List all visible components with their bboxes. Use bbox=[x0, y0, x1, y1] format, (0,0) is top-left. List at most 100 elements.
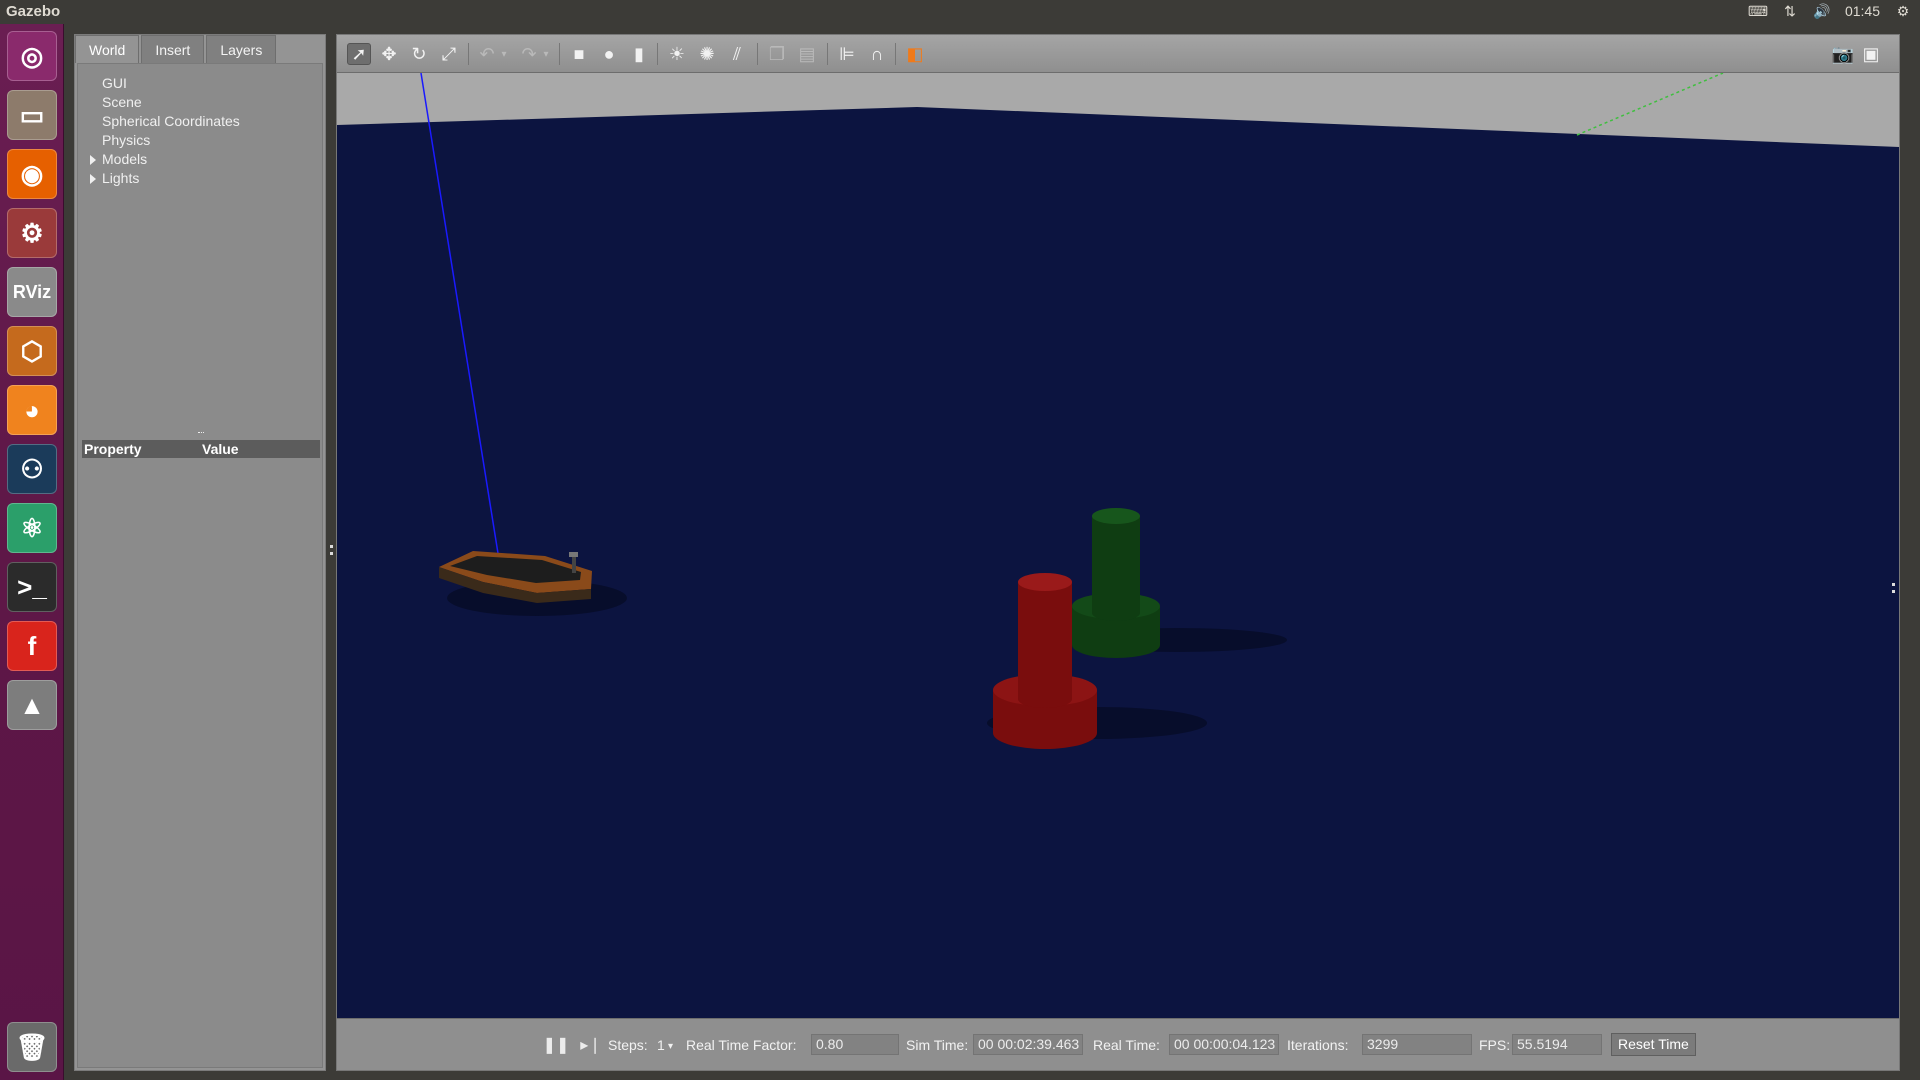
sphere-shape-icon[interactable]: ● bbox=[597, 43, 621, 65]
boat-sensor bbox=[569, 552, 578, 557]
scale-icon[interactable]: ⤢ bbox=[437, 43, 461, 65]
world-tab-content: GUI Scene Spherical Coordinates Physics … bbox=[77, 63, 323, 1068]
clock[interactable]: 01:45 bbox=[1845, 3, 1880, 19]
top-panel: Gazebo ⌨ ⇅ 🔊 01:45 ⚙ bbox=[0, 0, 1920, 24]
tree-item-label: Scene bbox=[102, 94, 142, 110]
scene-render bbox=[337, 73, 1899, 1056]
app-f-icon[interactable]: f bbox=[7, 621, 57, 671]
ubuntu-dash-icon[interactable]: ◎ bbox=[7, 31, 57, 81]
iterations-field: 3299 bbox=[1362, 1034, 1472, 1055]
steps-dropdown-icon[interactable]: ▾ bbox=[668, 1041, 673, 1052]
real-time-label: Real Time: bbox=[1093, 1037, 1160, 1053]
red-buoy-top bbox=[1018, 573, 1072, 591]
iterations-label: Iterations: bbox=[1287, 1037, 1349, 1053]
rotate-icon[interactable]: ↻ bbox=[407, 43, 431, 65]
green-buoy-column bbox=[1092, 516, 1140, 621]
tab-layers[interactable]: Layers bbox=[206, 35, 277, 63]
real-time-field: 00 00:00:04.123 bbox=[1169, 1034, 1279, 1055]
tree-item-spherical-coordinates[interactable]: Spherical Coordinates bbox=[88, 112, 240, 131]
fps-field: 55.5194 bbox=[1512, 1034, 1602, 1055]
tab-bar: World Insert Layers bbox=[75, 35, 278, 63]
directional-light-icon[interactable]: ⫽ bbox=[725, 43, 749, 65]
tree-item-label: Models bbox=[102, 151, 148, 167]
translate-icon[interactable]: ✥ bbox=[377, 43, 401, 65]
step-icon[interactable]: ▸❘ bbox=[580, 1036, 601, 1054]
red-buoy-column bbox=[1018, 582, 1072, 708]
log-icon[interactable]: ▣ bbox=[1859, 43, 1883, 65]
toolbar-separator bbox=[757, 43, 758, 65]
left-panel: World Insert Layers GUI Scene Spherical … bbox=[74, 34, 333, 1071]
gazebo-icon[interactable]: ⬡ bbox=[7, 326, 57, 376]
world-tree: GUI Scene Spherical Coordinates Physics … bbox=[88, 74, 240, 188]
rtf-label: Real Time Factor: bbox=[686, 1037, 797, 1053]
volume-icon[interactable]: 🔊 bbox=[1813, 2, 1831, 20]
rtf-field: 0.80 bbox=[811, 1034, 899, 1055]
copy-icon[interactable]: ❐ bbox=[765, 43, 789, 65]
redo-dropdown-icon[interactable]: ▾ bbox=[539, 43, 553, 65]
files-icon[interactable]: ▭ bbox=[7, 90, 57, 140]
toolbar-separator bbox=[895, 43, 896, 65]
toolbar-separator bbox=[559, 43, 560, 65]
system-settings-icon[interactable]: ⚙ bbox=[7, 208, 57, 258]
toolbar-separator bbox=[827, 43, 828, 65]
firefox-icon[interactable]: ◉ bbox=[7, 149, 57, 199]
select-arrow-icon[interactable]: ➚ bbox=[347, 43, 371, 65]
property-column-header[interactable]: Property bbox=[84, 441, 142, 457]
scene-viewport[interactable] bbox=[337, 73, 1899, 1056]
box-shape-icon[interactable]: ■ bbox=[567, 43, 591, 65]
terminal-icon[interactable]: >_ bbox=[7, 562, 57, 612]
left-panel-collapse-handle[interactable] bbox=[330, 545, 333, 555]
expand-arrow-icon[interactable] bbox=[90, 155, 96, 165]
property-table-header: Property Value bbox=[82, 440, 320, 458]
steam-icon[interactable]: ⚇ bbox=[7, 444, 57, 494]
tree-item-scene[interactable]: Scene bbox=[88, 93, 240, 112]
expand-arrow-icon[interactable] bbox=[90, 174, 96, 184]
right-panel-expand-handle[interactable] bbox=[1892, 583, 1895, 593]
spot-light-icon[interactable]: ✺ bbox=[695, 43, 719, 65]
steps-spinner[interactable]: 1 bbox=[657, 1037, 665, 1053]
tab-insert[interactable]: Insert bbox=[141, 35, 205, 63]
sim-time-field: 00 00:02:39.463 bbox=[973, 1034, 1083, 1055]
sim-time-label: Sim Time: bbox=[906, 1037, 969, 1053]
boat-sensor-mast bbox=[572, 555, 576, 573]
tree-item-physics[interactable]: Physics bbox=[88, 131, 240, 150]
app-title: Gazebo bbox=[6, 3, 61, 20]
tree-item-label: Physics bbox=[102, 132, 151, 148]
screenshot-icon[interactable]: 📷 bbox=[1831, 43, 1855, 65]
tree-item-label: Lights bbox=[102, 170, 140, 186]
paste-icon[interactable]: ▤ bbox=[795, 43, 819, 65]
splitter-handle[interactable] bbox=[198, 432, 204, 435]
rviz-icon[interactable]: RViz bbox=[7, 267, 57, 317]
settings-gear-icon[interactable]: ⚙ bbox=[1894, 2, 1912, 20]
trash-icon[interactable]: 🗑 bbox=[7, 1022, 57, 1072]
reset-time-button[interactable]: Reset Time bbox=[1611, 1033, 1696, 1056]
network-icon[interactable]: ⇅ bbox=[1781, 2, 1799, 20]
tab-world[interactable]: World bbox=[75, 35, 140, 63]
status-bar: ❚❚ ▸❘ Steps: 1 ▾ Real Time Factor: 0.80 … bbox=[337, 1018, 1899, 1070]
snap-icon[interactable]: ∩ bbox=[865, 43, 889, 65]
view-angle-icon[interactable]: ◧ bbox=[903, 43, 927, 65]
tree-item-label: GUI bbox=[102, 75, 127, 91]
launcher: ◎ ▭ ◉ ⚙ RViz ⬡ ◕ ⚇ ⚛ >_f ▲ 🗑 bbox=[0, 24, 64, 1080]
align-icon[interactable]: ⊫ bbox=[835, 43, 859, 65]
blender-icon[interactable]: ◕ bbox=[7, 385, 57, 435]
undo-icon[interactable]: ↶ bbox=[475, 43, 499, 65]
toolbar-separator bbox=[657, 43, 658, 65]
undo-dropdown-icon[interactable]: ▾ bbox=[497, 43, 511, 65]
main-area: ➚ ✥ ↻ ⤢ ↶ ▾ ↷ ▾ ■ ● ▮ ☀ ✺ ⫽ ❐ ▤ ⊫ ∩ ◧ 📷 … bbox=[336, 34, 1900, 1071]
toolbar: ➚ ✥ ↻ ⤢ ↶ ▾ ↷ ▾ ■ ● ▮ ☀ ✺ ⫽ ❐ ▤ ⊫ ∩ ◧ 📷 … bbox=[337, 35, 1899, 73]
app-penguin-icon[interactable]: ▲ bbox=[7, 680, 57, 730]
cylinder-shape-icon[interactable]: ▮ bbox=[627, 43, 651, 65]
atom-icon[interactable]: ⚛ bbox=[7, 503, 57, 553]
point-light-icon[interactable]: ☀ bbox=[665, 43, 689, 65]
pause-icon[interactable]: ❚❚ bbox=[543, 1036, 570, 1054]
keyboard-icon[interactable]: ⌨ bbox=[1748, 2, 1768, 20]
tree-item-label: Spherical Coordinates bbox=[102, 113, 240, 129]
green-buoy-top bbox=[1092, 508, 1140, 524]
tree-item-gui[interactable]: GUI bbox=[88, 74, 240, 93]
redo-icon[interactable]: ↷ bbox=[517, 43, 541, 65]
tree-item-models[interactable]: Models bbox=[88, 150, 240, 169]
steps-label: Steps: bbox=[608, 1037, 648, 1053]
value-column-header[interactable]: Value bbox=[202, 441, 239, 457]
tree-item-lights[interactable]: Lights bbox=[88, 169, 240, 188]
